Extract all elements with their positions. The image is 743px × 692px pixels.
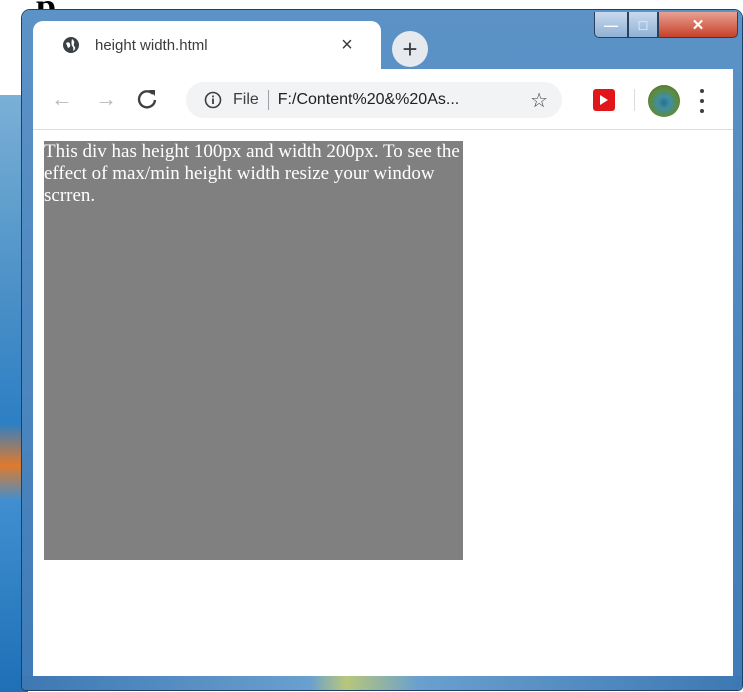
youtube-extension-icon[interactable] [593, 89, 615, 111]
forward-button[interactable]: → [90, 83, 122, 115]
bookmark-star-icon[interactable]: ☆ [530, 88, 548, 113]
minimize-button[interactable]: — [594, 12, 628, 38]
window-controls: — □ ✕ [594, 12, 738, 38]
menu-dot [700, 89, 704, 93]
omnibox-separator [267, 90, 269, 110]
info-icon[interactable] [203, 90, 223, 110]
maximize-button[interactable]: □ [628, 12, 658, 38]
new-tab-button[interactable]: + [392, 31, 428, 67]
tab-title: height width.html [95, 36, 208, 54]
browser-tab[interactable]: height width.html × [33, 21, 381, 69]
toolbar-divider [634, 89, 635, 111]
close-tab-icon[interactable]: × [337, 34, 357, 56]
menu-dot [700, 99, 704, 103]
close-window-button[interactable]: ✕ [658, 12, 738, 38]
address-bar[interactable]: File F:/Content%20&%20As... ☆ [186, 82, 562, 118]
demo-box: This div has height 100px and width 200p… [44, 141, 463, 560]
reload-button[interactable] [131, 83, 163, 115]
scheme-label: File [233, 91, 259, 108]
more-menu-icon[interactable] [694, 86, 710, 116]
page-viewport: This div has height 100px and width 200p… [33, 130, 733, 676]
profile-avatar[interactable] [648, 85, 680, 117]
browser-toolbar: ← → File F:/Content%20&%20As... ☆ [33, 69, 733, 130]
globe-icon [61, 35, 81, 55]
menu-dot [700, 109, 704, 113]
url-text[interactable]: F:/Content%20&%20As... [278, 91, 530, 109]
window-bottom-frame [22, 676, 742, 690]
reload-icon [137, 90, 157, 109]
back-button[interactable]: ← [46, 83, 78, 115]
